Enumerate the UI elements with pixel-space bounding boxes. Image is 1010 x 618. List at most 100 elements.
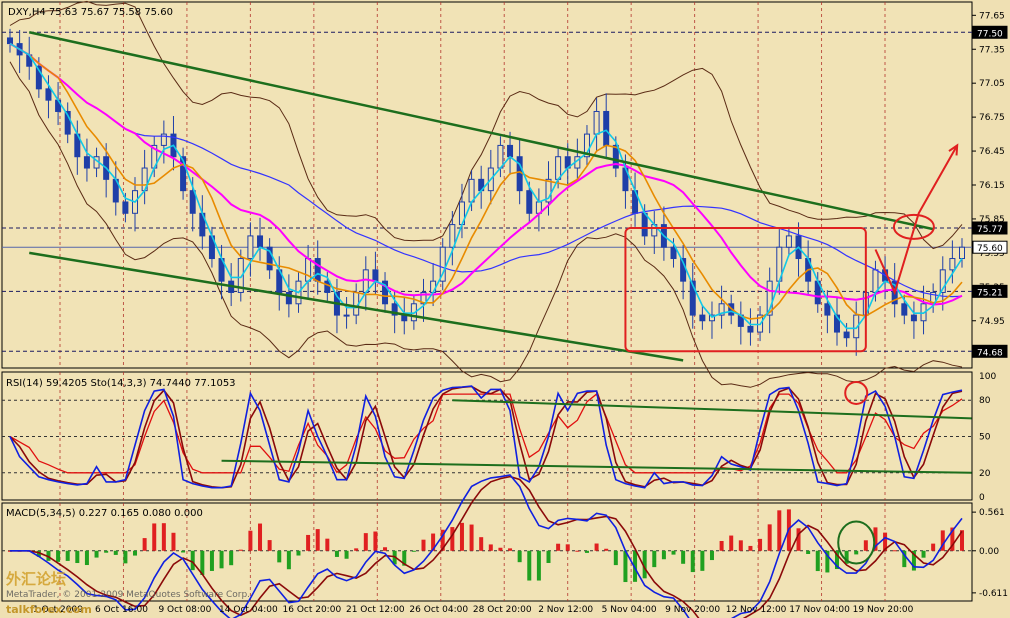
macd-histogram-bar xyxy=(315,529,320,551)
macd-histogram-bar xyxy=(594,543,599,551)
candle-body xyxy=(910,314,917,322)
candle-body xyxy=(555,156,562,180)
macd-histogram-bar xyxy=(123,550,128,564)
macd-histogram-bar xyxy=(758,538,763,551)
macd-histogram-bar xyxy=(354,548,359,551)
candle-body xyxy=(959,246,965,260)
candle-body xyxy=(747,325,754,333)
macd-histogram-bar xyxy=(286,550,291,570)
macd-histogram-bar xyxy=(584,550,589,553)
candle-body xyxy=(603,110,610,146)
macd-histogram-bar xyxy=(383,547,388,551)
macd-histogram-bar xyxy=(815,550,820,572)
x-tick-label: 28 Oct 20:00 xyxy=(473,605,532,615)
candle-body xyxy=(468,178,475,203)
candle-body xyxy=(362,269,369,293)
macd-histogram-bar xyxy=(267,540,272,551)
candle-body xyxy=(497,144,504,169)
macd-histogram-bar xyxy=(334,550,339,557)
rsi-y-tick-label: 20 xyxy=(979,469,991,479)
candle-body xyxy=(7,37,13,45)
macd-histogram-bar xyxy=(229,550,234,566)
macd-histogram-bar xyxy=(113,550,118,555)
rsi-panel-title: RSI(14) 59.4205 Sto(14,3,3) 74.7440 77.1… xyxy=(6,378,236,389)
macd-histogram-bar xyxy=(142,538,147,551)
macd-histogram-bar xyxy=(171,532,176,551)
macd-histogram-bar xyxy=(508,548,513,551)
rsi-y-tick-label: 50 xyxy=(979,433,991,443)
macd-histogram-bar xyxy=(748,545,753,551)
macd-histogram-bar xyxy=(796,528,801,551)
x-tick-label: 5 Nov 04:00 xyxy=(602,605,657,615)
macd-histogram-bar xyxy=(450,527,455,551)
macd-histogram-bar xyxy=(498,547,503,551)
y-tick-label: 76.45 xyxy=(979,147,1005,157)
candle-body xyxy=(526,190,533,214)
y-tick-label: 77.65 xyxy=(979,11,1005,21)
macd-histogram-bar xyxy=(248,530,253,551)
macd-histogram-bar xyxy=(565,544,570,551)
macd-histogram-bar xyxy=(536,550,541,581)
watermark-site: talkforex.com xyxy=(6,603,92,616)
macd-histogram-bar xyxy=(729,535,734,551)
candle-body xyxy=(785,235,792,248)
macd-histogram-bar xyxy=(556,543,561,551)
macd-y-tick-label: 0.561 xyxy=(979,508,1005,518)
macd-histogram-bar xyxy=(469,524,474,551)
watermark-chinese: 外汇论坛 xyxy=(5,570,66,588)
macd-histogram-bar xyxy=(373,531,378,551)
candle-body xyxy=(247,235,254,260)
rsi-y-tick-label: 80 xyxy=(979,396,991,406)
y-tick-label: 76.75 xyxy=(979,113,1005,123)
candle-body xyxy=(507,144,514,158)
macd-histogram-bar xyxy=(411,550,416,552)
macd-histogram-bar xyxy=(854,550,859,555)
macd-histogram-bar xyxy=(892,550,897,552)
macd-histogram-bar xyxy=(613,550,618,566)
macd-histogram-bar xyxy=(767,524,772,551)
macd-histogram-bar xyxy=(344,550,349,559)
rsi-y-tick-label: 0 xyxy=(979,493,985,503)
candle-body xyxy=(45,88,52,101)
macd-histogram-bar xyxy=(681,550,686,564)
macd-histogram-bar xyxy=(104,550,109,553)
macd-histogram-bar xyxy=(690,550,695,573)
macd-histogram-bar xyxy=(296,550,301,556)
macd-histogram-bar xyxy=(56,550,61,562)
macd-y-tick-label: -0.611 xyxy=(979,589,1008,599)
candle-body xyxy=(314,258,321,282)
macd-histogram-bar xyxy=(181,550,186,553)
macd-histogram-bar xyxy=(209,550,214,571)
macd-panel-title: MACD(5,34,5) 0.227 0.165 0.080 0.000 xyxy=(6,508,203,519)
macd-histogram-bar xyxy=(921,550,926,558)
candle-body xyxy=(824,303,831,316)
watermark-copyright: MetaTrader, © 2001-2009 MetaQuotes Softw… xyxy=(6,590,250,600)
macd-histogram-bar xyxy=(777,510,782,551)
x-tick-label: 21 Oct 12:00 xyxy=(346,605,405,615)
y-tick-label: 74.95 xyxy=(979,317,1005,327)
macd-histogram-bar xyxy=(488,544,493,551)
x-tick-label: 6 Oct 16:00 xyxy=(95,605,148,615)
x-tick-label: 14 Oct 04:00 xyxy=(219,605,278,615)
x-tick-label: 9 Nov 20:00 xyxy=(665,605,720,615)
macd-histogram-bar xyxy=(604,548,609,551)
candle-body xyxy=(593,110,600,135)
x-tick-label: 12 Nov 12:00 xyxy=(726,605,787,615)
macd-y-tick-label: 0.00 xyxy=(979,547,999,557)
rsi-y-tick-label: 100 xyxy=(979,372,996,382)
candle-body xyxy=(641,212,648,237)
macd-histogram-bar xyxy=(527,550,532,581)
macd-histogram-bar xyxy=(652,550,657,568)
macd-histogram-bar xyxy=(84,550,89,566)
macd-histogram-bar xyxy=(709,550,714,561)
candle-body xyxy=(843,331,850,339)
macd-histogram-bar xyxy=(258,523,263,551)
macd-histogram-bar xyxy=(671,550,676,555)
macd-histogram-bar xyxy=(806,550,811,555)
macd-histogram-bar xyxy=(219,550,224,569)
macd-histogram-bar xyxy=(517,550,522,563)
macd-histogram-bar xyxy=(575,550,580,552)
macd-histogram-bar xyxy=(931,543,936,551)
price-chart[interactable]: 1 Oct 2009 6 Oct 16:00 9 Oct 08:00 14 Oct 0… xyxy=(0,0,1010,618)
macd-histogram-bar xyxy=(190,550,195,571)
